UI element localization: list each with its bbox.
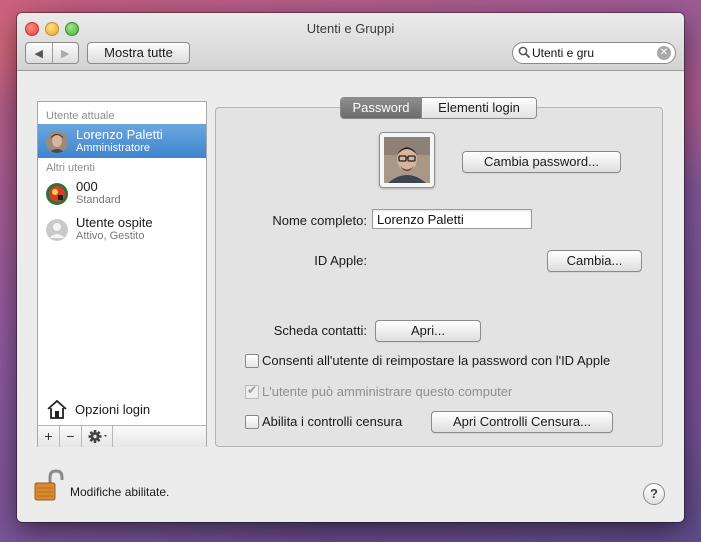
show-all-button[interactable]: Mostra tutte — [87, 42, 190, 64]
open-parental-controls-button[interactable]: Apri Controlli Censura... — [431, 411, 613, 433]
guest-avatar-icon — [46, 219, 68, 241]
other-users-header: Altri utenti — [46, 162, 95, 174]
user-row[interactable]: 000 Standard — [38, 176, 206, 210]
users-list: Utente attuale Lorenzo Paletti Amministr… — [37, 101, 207, 447]
user-role: Attivo, Gestito — [76, 230, 145, 242]
remove-user-button[interactable]: − — [60, 426, 82, 447]
titlebar: Utenti e Gruppi ◀ ▶ Mostra tutte ✕ — [17, 13, 684, 71]
lock-status-label: Modifiche abilitate. — [70, 485, 170, 499]
gear-icon — [88, 430, 107, 443]
avatar — [46, 131, 68, 153]
house-icon — [47, 399, 67, 419]
window-title: Utenti e Gruppi — [306, 21, 395, 36]
back-button[interactable]: ◀ — [26, 43, 52, 63]
clear-search-icon[interactable]: ✕ — [657, 46, 671, 60]
user-photo — [384, 137, 430, 183]
login-options-item[interactable]: Opzioni login — [38, 396, 206, 422]
window: Utenti e Gruppi ◀ ▶ Mostra tutte ✕ Utent… — [17, 13, 684, 522]
parental-controls-label: Abilita i controlli censura — [262, 414, 403, 429]
user-row[interactable]: Utente ospite Attivo, Gestito — [38, 212, 206, 246]
reset-password-checkbox[interactable] — [245, 354, 259, 368]
unlocked-lock-icon — [34, 469, 64, 501]
tab-login-items[interactable]: Elementi login — [421, 98, 536, 118]
user-name: Lorenzo Paletti — [76, 127, 163, 142]
user-role: Amministratore — [76, 142, 150, 154]
reset-password-label: Consenti all'utente di reimpostare la pa… — [262, 353, 611, 368]
change-apple-id-button[interactable]: Cambia... — [547, 250, 642, 272]
admin-checkbox[interactable]: ✔ — [245, 383, 259, 399]
help-button[interactable]: ? — [643, 483, 665, 505]
open-contact-card-button[interactable]: Apri... — [375, 320, 481, 342]
tab-bar: Password Elementi login — [340, 97, 537, 119]
action-menu-button[interactable] — [82, 426, 113, 447]
search-icon — [518, 46, 531, 59]
forward-button[interactable]: ▶ — [51, 43, 79, 63]
change-password-button[interactable]: Cambia password... — [462, 151, 621, 173]
search-input[interactable] — [532, 45, 650, 61]
admin-label: L'utente può amministrare questo compute… — [262, 384, 513, 399]
full-name-label: Nome completo: — [272, 213, 367, 228]
avatar — [46, 183, 68, 205]
apple-id-label: ID Apple: — [314, 253, 367, 268]
parental-controls-checkbox[interactable] — [245, 415, 259, 429]
checkmark-icon: ✔ — [247, 383, 258, 397]
nav-buttons: ◀ ▶ — [25, 42, 79, 64]
user-picture[interactable] — [379, 132, 435, 188]
login-options-label: Opzioni login — [75, 402, 151, 417]
user-role: Standard — [76, 194, 121, 206]
contact-card-label: Scheda contatti: — [273, 323, 367, 338]
tab-password[interactable]: Password — [341, 98, 421, 118]
search-field[interactable]: ✕ — [512, 42, 676, 64]
user-name: 000 — [76, 179, 98, 194]
full-name-field[interactable] — [372, 209, 532, 229]
user-row-current[interactable]: Lorenzo Paletti Amministratore — [38, 124, 206, 158]
add-user-button[interactable]: + — [38, 426, 60, 447]
user-name: Utente ospite — [76, 215, 153, 230]
lock-button[interactable] — [31, 468, 65, 502]
sidebar-footer: + − — [38, 425, 206, 447]
current-user-header: Utente attuale — [46, 110, 115, 122]
